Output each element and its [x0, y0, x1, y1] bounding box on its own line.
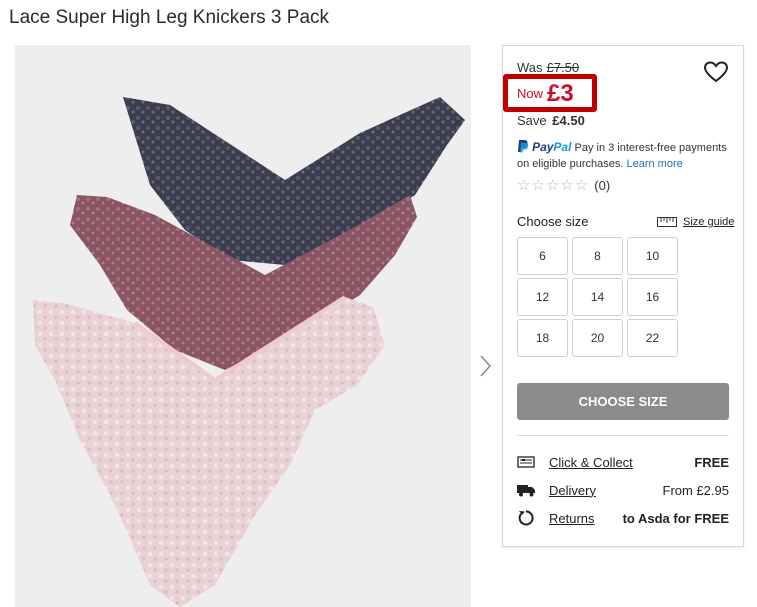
size-options: 6 8 10 12 14 16 18 20 22 [517, 237, 678, 357]
returns-link[interactable]: Returns [549, 511, 595, 526]
was-label: Was [517, 60, 543, 75]
star-icon: ☆ [531, 177, 545, 194]
size-option[interactable]: 22 [627, 319, 678, 357]
size-option[interactable]: 10 [627, 237, 678, 275]
delivery-row: Delivery From £2.95 [517, 480, 729, 500]
next-image-button[interactable] [476, 352, 496, 380]
click-collect-row: Click & Collect FREE [517, 452, 729, 472]
star-rating: ☆ ☆ ☆ ☆ ☆ [517, 178, 588, 193]
size-option[interactable]: 14 [572, 278, 623, 316]
choose-size-label: Choose size [517, 214, 589, 229]
delivery-link[interactable]: Delivery [549, 483, 596, 498]
size-guide-link[interactable]: Size guide [657, 216, 734, 228]
review-count: (0) [594, 178, 611, 193]
click-collect-price: FREE [694, 454, 729, 470]
save-label: Save [517, 113, 547, 128]
paypal-brand: PayPal [532, 140, 571, 154]
size-option[interactable]: 20 [572, 319, 623, 357]
price-panel: Was £7.50 Now £3 Save £4.50 PayPal Pay in … [502, 45, 744, 547]
chevron-right-icon [480, 355, 492, 377]
star-icon: ☆ [560, 177, 574, 194]
was-value: £7.50 [546, 60, 580, 75]
size-option[interactable]: 16 [627, 278, 678, 316]
knickers-image [33, 97, 465, 607]
size-option[interactable]: 18 [517, 319, 568, 357]
now-label: Now [517, 86, 544, 101]
paypal-logo-icon [517, 139, 529, 157]
returns-info: to Asda for FREE [622, 510, 729, 526]
returns-icon [517, 509, 539, 527]
ruler-icon [657, 217, 677, 227]
now-value: £3 [547, 80, 574, 107]
save-amount: Save £4.50 [517, 113, 585, 128]
product-image [15, 45, 471, 607]
choose-size-button[interactable]: CHOOSE SIZE [517, 383, 729, 420]
heart-icon [703, 61, 729, 83]
product-title: Lace Super High Leg Knickers 3 Pack [9, 7, 330, 28]
size-option[interactable]: 12 [517, 278, 568, 316]
paypal-brand-pay: Pay [532, 139, 554, 154]
paypal-learn-more-link[interactable]: Learn more [626, 158, 682, 170]
store-icon [517, 453, 539, 471]
rating[interactable]: ☆ ☆ ☆ ☆ ☆ (0) [517, 178, 610, 193]
star-icon: ☆ [517, 177, 531, 194]
wishlist-button[interactable] [703, 60, 729, 84]
paypal-brand-pal: Pal [553, 139, 572, 154]
now-price: Now £3 [517, 80, 574, 108]
returns-row: Returns to Asda for FREE [517, 508, 729, 528]
delivery-price: From £2.95 [662, 482, 729, 498]
truck-icon [517, 481, 539, 499]
was-price: Was £7.50 [517, 60, 579, 75]
star-icon: ☆ [574, 177, 589, 194]
star-icon: ☆ [545, 177, 560, 194]
divider [517, 435, 729, 436]
click-collect-link[interactable]: Click & Collect [549, 455, 633, 470]
size-option[interactable]: 6 [517, 237, 568, 275]
save-value: £4.50 [552, 113, 585, 128]
paypal-message: PayPal Pay in 3 interest-free payments o… [517, 139, 735, 171]
size-option[interactable]: 8 [572, 237, 623, 275]
size-guide-label: Size guide [683, 216, 735, 228]
